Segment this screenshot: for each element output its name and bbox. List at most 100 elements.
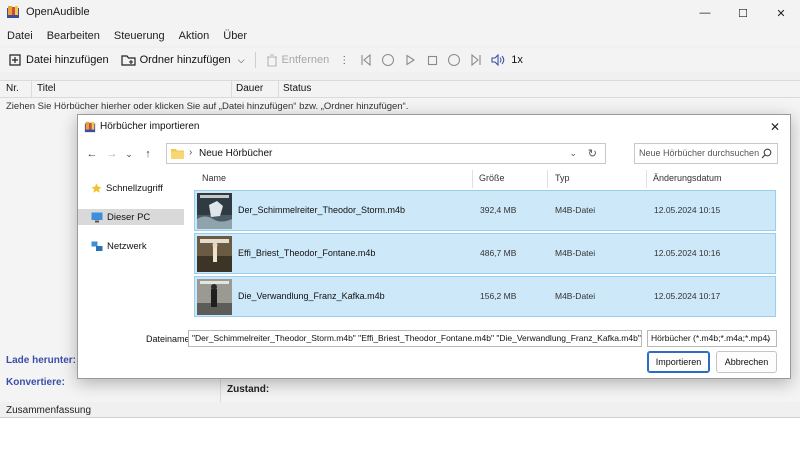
file-type: M4B-Datei (555, 248, 596, 258)
dialog-file-list: Name Größe Typ Änderungsdatum Der_Schimm… (192, 170, 786, 317)
download-label: Lade herunter: (6, 355, 77, 366)
remove-button[interactable]: Entfernen (262, 49, 334, 71)
column-header-date[interactable]: Änderungsdatum (653, 173, 722, 183)
folder-icon (171, 149, 184, 159)
more-options-icon[interactable]: ⋮ (333, 49, 355, 71)
search-placeholder: Neue Hörbücher durchsuchen (639, 148, 760, 158)
filename-label: Dateiname: (146, 334, 193, 344)
chevron-down-icon: ⌵ (237, 54, 245, 65)
column-header-name[interactable]: Name (202, 173, 226, 183)
add-file-icon (9, 54, 21, 66)
recent-locations-chevron-icon[interactable]: ⌄ (121, 146, 137, 162)
nav-item-quick-access[interactable]: Schnellzugriff (78, 180, 184, 196)
rewind-15-icon[interactable] (377, 49, 399, 71)
address-dropdown-chevron-icon[interactable]: ⌄ (569, 148, 577, 159)
menu-steuerung[interactable]: Steuerung (107, 30, 172, 42)
volume-icon[interactable] (487, 49, 509, 71)
trash-icon (266, 53, 277, 67)
forward-arrow-icon[interactable]: → (104, 146, 120, 162)
column-header-size[interactable]: Größe (479, 173, 505, 183)
file-date: 12.05.2024 10:17 (654, 291, 721, 301)
add-folder-icon (120, 55, 136, 66)
summary-text-area[interactable] (0, 417, 800, 469)
file-type-filter-select[interactable]: Hörbücher (*.m4b;*.m4a;*.mp4) ⌄ (647, 330, 777, 347)
menu-aktion[interactable]: Aktion (172, 30, 217, 42)
file-row[interactable]: Die_Verwandlung_Franz_Kafka.m4b 156,2 MB… (194, 276, 776, 317)
playback-speed-label: 1x (511, 54, 523, 66)
star-icon (91, 183, 102, 193)
state-label: Zustand: (227, 384, 270, 395)
title-bar: OpenAudible — ☐ ✕ (0, 0, 800, 26)
cancel-button[interactable]: Abbrechen (716, 351, 777, 373)
file-type: M4B-Datei (555, 205, 596, 215)
back-arrow-icon[interactable]: ← (84, 146, 100, 162)
menu-bearbeiten[interactable]: Bearbeiten (40, 30, 107, 42)
column-header-titel[interactable]: Titel (37, 83, 56, 94)
drop-hint-text: Ziehen Sie Hörbücher hierher oder klicke… (6, 101, 409, 112)
network-icon (91, 241, 103, 251)
file-name: Effi_Briest_Theodor_Fontane.m4b (238, 248, 376, 258)
add-file-button[interactable]: Datei hinzufügen (4, 49, 113, 71)
nav-item-label: Dieser PC (107, 211, 151, 223)
openaudible-logo-icon (84, 121, 96, 133)
file-name: Die_Verwandlung_Franz_Kafka.m4b (238, 291, 385, 301)
column-divider (646, 170, 647, 188)
file-size: 156,2 MB (480, 291, 517, 301)
menu-datei[interactable]: Datei (0, 30, 40, 42)
file-size: 486,7 MB (480, 248, 517, 258)
column-divider (472, 170, 473, 188)
dialog-search-input[interactable]: Neue Hörbücher durchsuchen (634, 143, 778, 164)
toolbar: Datei hinzufügen Ordner hinzufügen ⌵ Ent… (0, 48, 800, 72)
up-arrow-icon[interactable]: ↑ (140, 146, 156, 162)
nav-item-network[interactable]: Netzwerk (78, 238, 184, 254)
skip-previous-icon[interactable] (355, 49, 377, 71)
dialog-title: Hörbücher importieren (100, 121, 200, 132)
play-icon[interactable] (399, 49, 421, 71)
column-divider (547, 170, 548, 188)
file-row[interactable]: Der_Schimmelreiter_Theodor_Storm.m4b 392… (194, 190, 776, 231)
stop-icon[interactable] (421, 49, 443, 71)
breadcrumb-chevron-icon: › (189, 147, 193, 158)
add-folder-label: Ordner hinzufügen (139, 54, 231, 66)
column-header-dauer[interactable]: Dauer (236, 83, 263, 94)
add-file-label: Datei hinzufügen (26, 54, 109, 66)
file-date: 12.05.2024 10:15 (654, 205, 721, 215)
toolbar-divider (254, 52, 256, 68)
nav-item-label: Netzwerk (107, 240, 147, 252)
remove-label: Entfernen (281, 54, 330, 66)
menu-bar: Datei Bearbeiten Steuerung Aktion Über (0, 26, 800, 46)
forward-15-icon[interactable] (443, 49, 465, 71)
audiobook-cover-thumbnail (197, 236, 232, 272)
file-row[interactable]: Effi_Briest_Theodor_Fontane.m4b 486,7 MB… (194, 233, 776, 274)
dialog-title-bar: Hörbücher importieren ✕ (78, 115, 790, 139)
add-folder-button[interactable]: Ordner hinzufügen ⌵ (117, 49, 249, 71)
column-divider (31, 81, 32, 98)
monitor-icon (91, 212, 103, 222)
openaudible-logo-icon (7, 6, 19, 18)
search-icon (761, 148, 772, 159)
column-divider (231, 81, 232, 98)
file-size: 392,4 MB (480, 205, 517, 215)
chevron-down-icon: ⌄ (764, 333, 772, 343)
menu-ueber[interactable]: Über (216, 30, 254, 42)
refresh-icon[interactable]: ↻ (588, 147, 597, 160)
nav-item-label: Schnellzugriff (106, 182, 163, 194)
skip-next-icon[interactable] (465, 49, 487, 71)
playback-speed-button[interactable]: 1x (509, 49, 527, 71)
maximize-button[interactable]: ☐ (724, 0, 762, 26)
filename-input[interactable]: "Der_Schimmelreiter_Theodor_Storm.m4b" "… (188, 330, 642, 347)
app-title: OpenAudible (26, 6, 90, 18)
column-header-type[interactable]: Typ (555, 173, 570, 183)
minimize-button[interactable]: — (686, 0, 724, 26)
dialog-close-button[interactable]: ✕ (766, 118, 784, 136)
convert-label: Konvertiere: (6, 377, 65, 388)
column-header-status[interactable]: Status (283, 83, 311, 94)
close-window-button[interactable]: ✕ (762, 0, 800, 26)
nav-item-this-pc[interactable]: Dieser PC (78, 209, 184, 225)
import-button[interactable]: Importieren (647, 351, 710, 373)
column-header-nr[interactable]: Nr. (6, 83, 19, 94)
file-type-filter-value: Hörbücher (*.m4b;*.m4a;*.mp4) (651, 333, 771, 343)
import-dialog: Hörbücher importieren ✕ ← → ⌄ ↑ › Neue H… (77, 114, 791, 379)
address-path: Neue Hörbücher (199, 148, 273, 159)
address-bar[interactable]: › Neue Hörbücher ⌄ ↻ (166, 143, 606, 164)
